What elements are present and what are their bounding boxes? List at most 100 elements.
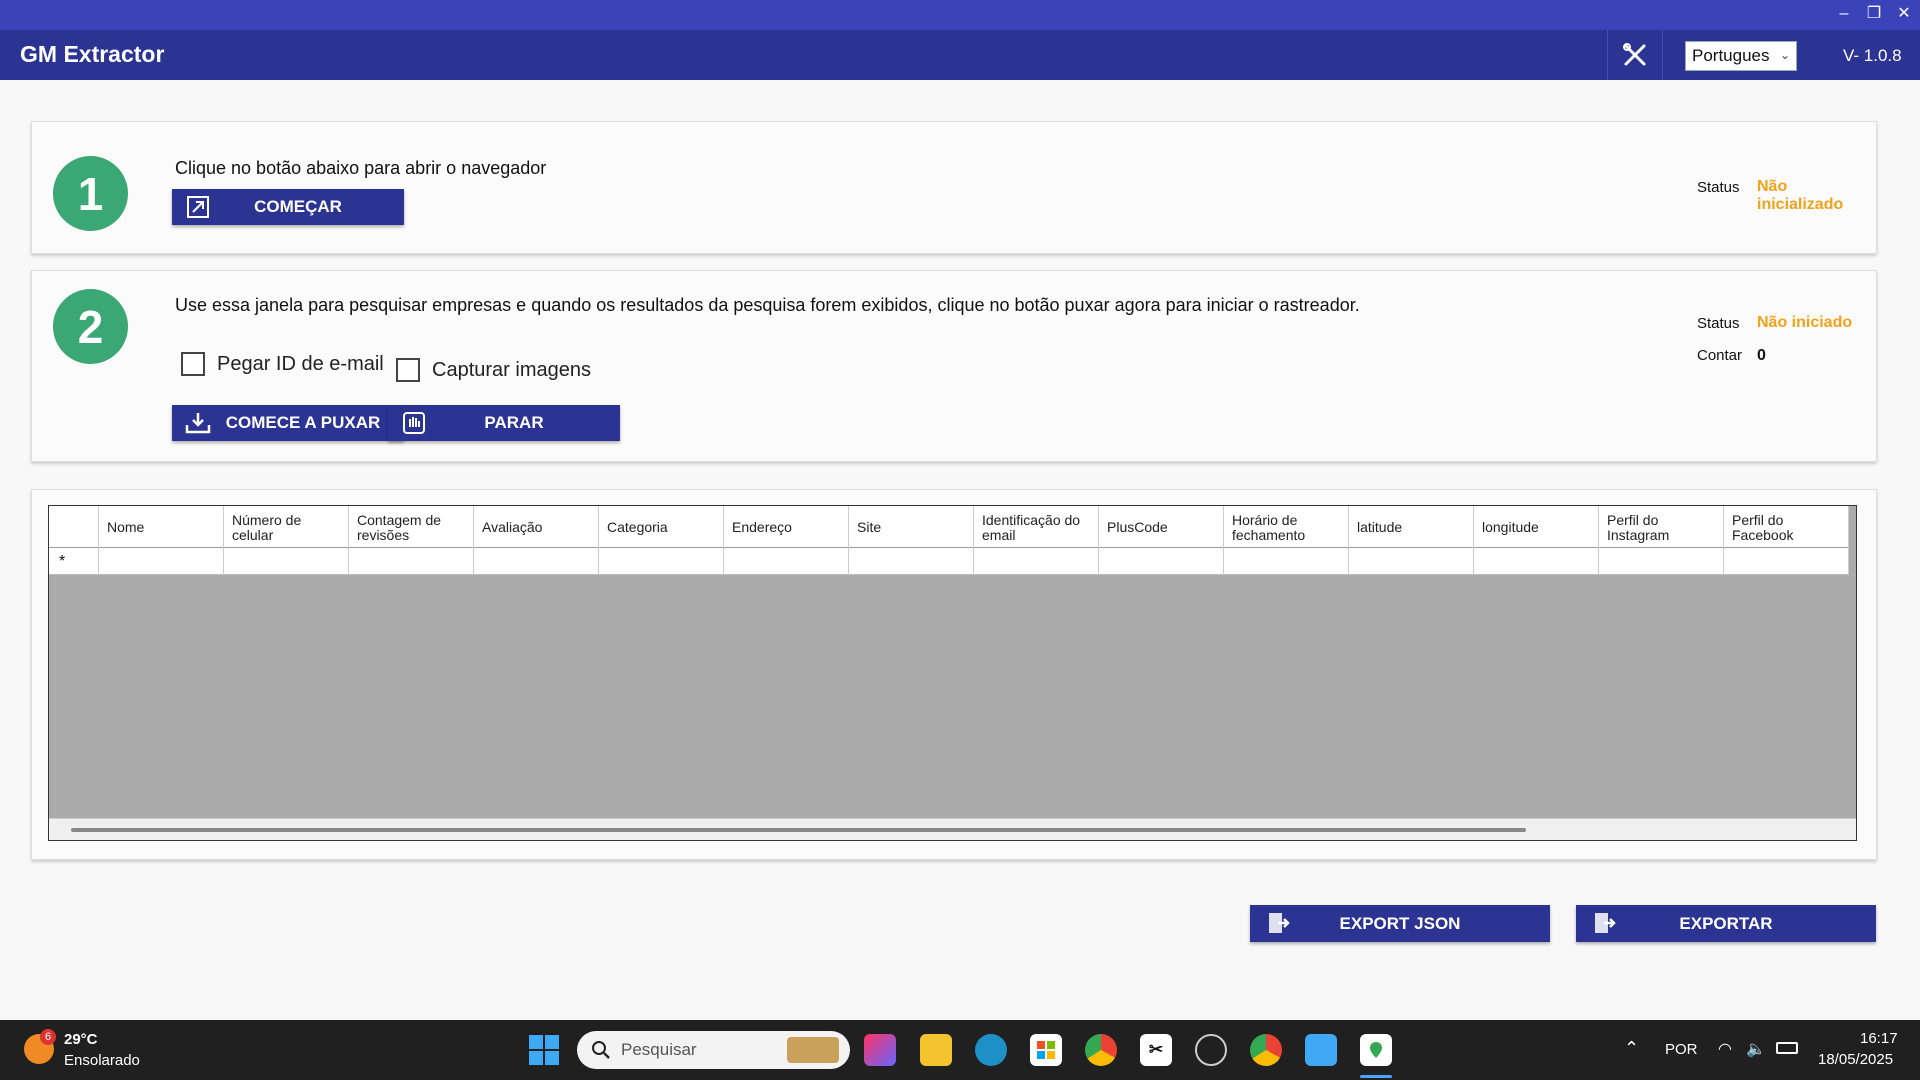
column-header[interactable]: PlusCode — [1099, 506, 1224, 548]
row-header-corner — [49, 506, 99, 548]
grid-header: Nome Número de celular Contagem de revis… — [49, 506, 1849, 548]
column-header[interactable]: Endereço — [724, 506, 849, 548]
step1-panel: 1 Clique no botão abaixo para abrir o na… — [31, 121, 1877, 254]
weather-desc[interactable]: Ensolarado — [64, 1052, 140, 1069]
grid-cell[interactable] — [974, 548, 1099, 575]
grid-cell[interactable] — [1099, 548, 1224, 575]
step2-badge: 2 — [53, 289, 128, 364]
maximize-button[interactable]: ❐ — [1862, 4, 1886, 24]
settings-tools-button[interactable] — [1607, 30, 1663, 80]
download-tray-icon — [184, 411, 212, 435]
step1-badge: 1 — [53, 156, 128, 231]
email-id-label: Pegar ID de e-mail — [217, 352, 384, 375]
horizontal-scrollbar[interactable] — [49, 818, 1856, 840]
export-label: EXPORTAR — [1679, 913, 1773, 933]
weather-badge: 6 — [40, 1029, 56, 1045]
step1-status-label: Status — [1697, 179, 1740, 196]
search-highlight-icon — [787, 1037, 839, 1063]
column-header[interactable]: Site — [849, 506, 974, 548]
start-button[interactable]: COMEÇAR — [172, 189, 404, 225]
chrome-icon[interactable] — [1085, 1034, 1117, 1066]
column-header[interactable]: Nome — [99, 506, 224, 548]
obs-icon[interactable] — [1195, 1034, 1227, 1066]
export-json-button[interactable]: EXPORT JSON — [1250, 905, 1550, 942]
step2-panel: 2 Use essa janela para pesquisar empresa… — [31, 270, 1877, 462]
grid-cell[interactable] — [1224, 548, 1349, 575]
column-header[interactable]: Avaliação — [474, 506, 599, 548]
grid-cell[interactable] — [1349, 548, 1474, 575]
column-header[interactable]: Perfil do Facebook — [1724, 506, 1849, 548]
chevron-up-icon[interactable]: ⌃ — [1624, 1038, 1639, 1059]
input-language[interactable]: POR — [1665, 1041, 1698, 1058]
grid-cell[interactable] — [599, 548, 724, 575]
grid-cell[interactable] — [1724, 548, 1849, 575]
gm-extractor-icon[interactable] — [1360, 1034, 1392, 1066]
grid-cell[interactable] — [99, 548, 224, 575]
taskbar-search[interactable]: Pesquisar — [577, 1031, 850, 1069]
tools-icon — [1623, 43, 1646, 66]
step2-status-value: Não iniciado — [1757, 314, 1853, 331]
clock-date[interactable]: 18/05/2025 — [1818, 1051, 1893, 1068]
close-button[interactable]: ✕ — [1892, 4, 1916, 24]
column-header[interactable]: Identificação do email — [974, 506, 1099, 548]
app-header: GM Extractor Portugues ⌄ V- 1.0.8 — [0, 30, 1920, 80]
checkbox-box[interactable] — [396, 358, 420, 382]
column-header[interactable]: longitude — [1474, 506, 1599, 548]
step2-status-label: Status — [1697, 315, 1740, 332]
grid-cell[interactable] — [474, 548, 599, 575]
copilot-icon[interactable] — [864, 1034, 896, 1066]
grid-cell[interactable] — [1474, 548, 1599, 575]
battery-icon[interactable] — [1776, 1042, 1798, 1054]
column-header[interactable]: Categoria — [599, 506, 724, 548]
active-app-indicator — [1360, 1075, 1392, 1078]
app-title: GM Extractor — [20, 41, 165, 67]
grid-cell[interactable] — [224, 548, 349, 575]
count-value: 0 — [1757, 347, 1766, 364]
new-row-marker: * — [49, 548, 99, 575]
wifi-icon[interactable]: ◠ — [1718, 1039, 1732, 1059]
scrollbar-thumb[interactable] — [71, 828, 1526, 832]
volume-icon[interactable]: 🔈 — [1746, 1039, 1766, 1059]
capture-images-checkbox[interactable]: Capturar imagens — [396, 358, 591, 382]
start-pulling-button[interactable]: COMECE A PUXAR — [172, 405, 404, 441]
email-id-checkbox[interactable]: Pegar ID de e-mail — [181, 352, 384, 376]
store-icon[interactable] — [1030, 1034, 1062, 1066]
column-header[interactable]: Contagem de revisões — [349, 506, 474, 548]
language-value: Portugues — [1692, 46, 1770, 65]
edge-icon[interactable] — [975, 1034, 1007, 1066]
new-row[interactable]: * — [49, 548, 1849, 575]
weather-temp[interactable]: 29°C — [64, 1031, 98, 1048]
column-header[interactable]: Perfil do Instagram — [1599, 506, 1724, 548]
column-header[interactable]: Número de celular — [224, 506, 349, 548]
notepad-icon[interactable] — [1305, 1034, 1337, 1066]
step1-status-value: Não inicializado — [1757, 178, 1844, 213]
checkbox-box[interactable] — [181, 352, 205, 376]
clock-time[interactable]: 16:17 — [1860, 1030, 1898, 1047]
grid-cell[interactable] — [1599, 548, 1724, 575]
version-label: V- 1.0.8 — [1843, 46, 1902, 65]
search-icon — [592, 1041, 610, 1059]
capcut-icon[interactable]: ✂ — [1140, 1034, 1172, 1066]
column-header[interactable]: latitude — [1349, 506, 1474, 548]
export-button[interactable]: EXPORTAR — [1576, 905, 1876, 942]
minimize-button[interactable]: – — [1832, 4, 1856, 24]
hand-stop-icon — [400, 411, 428, 435]
taskbar: 6 29°C Ensolarado Pesquisar ✂ ⌃ POR ◠ 🔈 … — [0, 1020, 1920, 1080]
column-header[interactable]: Horário de fechamento — [1224, 506, 1349, 548]
windows-start-icon[interactable] — [529, 1035, 559, 1065]
grid-cell[interactable] — [724, 548, 849, 575]
file-explorer-icon[interactable] — [920, 1034, 952, 1066]
open-external-icon — [184, 195, 212, 219]
chevron-down-icon: ⌄ — [1779, 48, 1790, 62]
results-grid[interactable]: Nome Número de celular Contagem de revis… — [48, 505, 1857, 841]
chrome-profile-icon[interactable] — [1250, 1034, 1282, 1066]
grid-cell[interactable] — [849, 548, 974, 575]
grid-cell[interactable] — [349, 548, 474, 575]
language-select[interactable]: Portugues ⌄ — [1685, 41, 1797, 71]
step2-description: Use essa janela para pesquisar empresas … — [175, 295, 1360, 315]
export-file-icon — [1590, 911, 1618, 935]
search-placeholder: Pesquisar — [621, 1040, 697, 1059]
stop-button[interactable]: PARAR — [388, 405, 620, 441]
step1-description: Clique no botão abaixo para abrir o nave… — [175, 158, 547, 178]
export-json-label: EXPORT JSON — [1339, 913, 1461, 933]
